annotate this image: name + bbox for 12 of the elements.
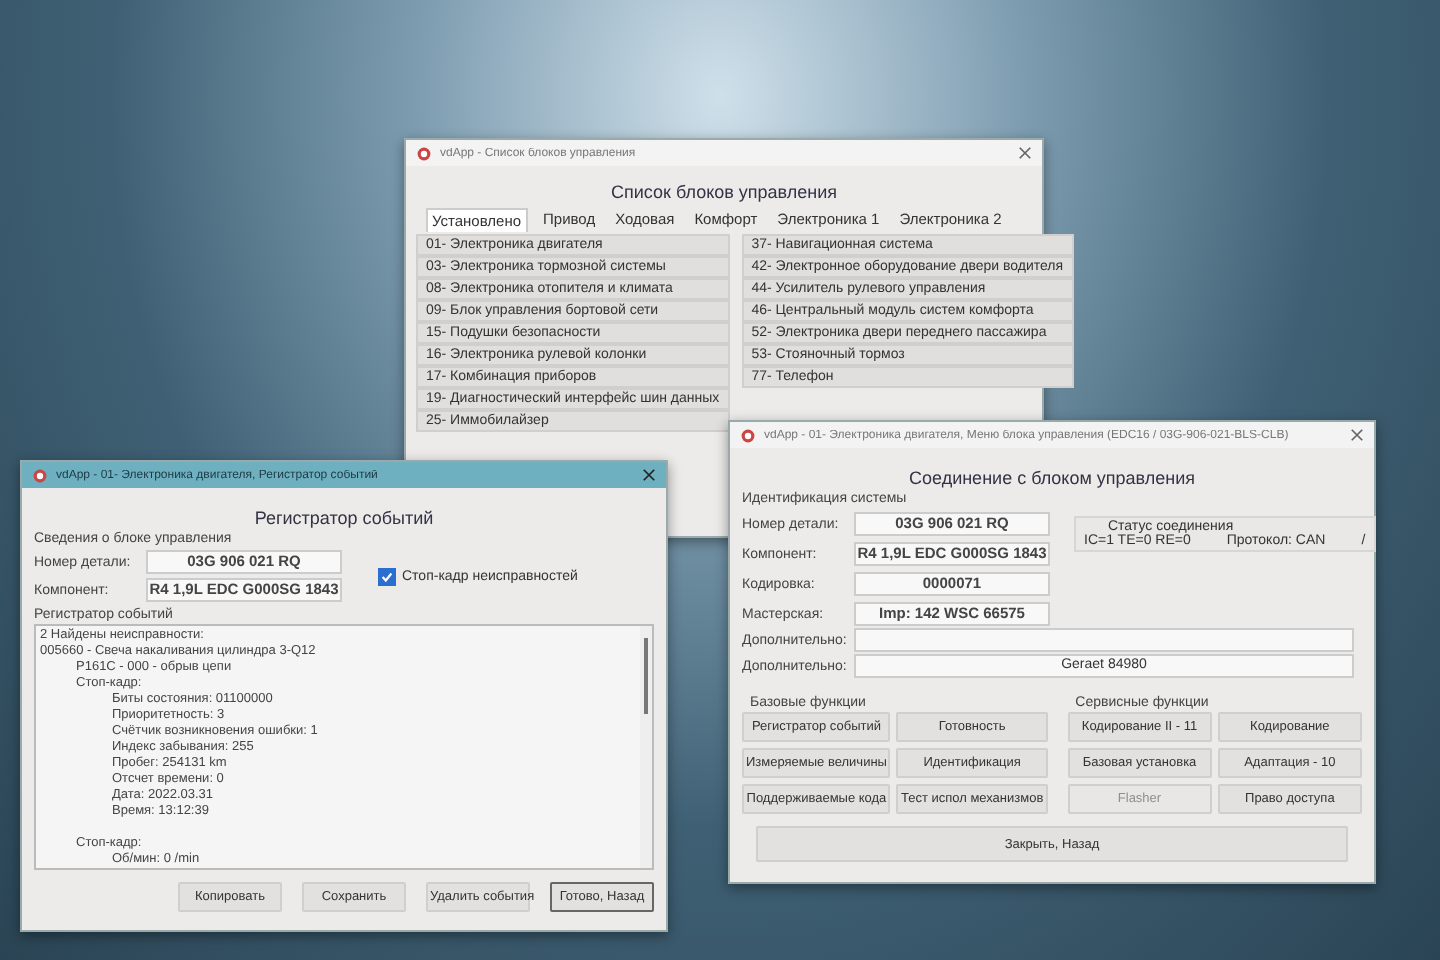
- close-icon[interactable]: [1018, 146, 1032, 160]
- event-log-area[interactable]: [34, 624, 654, 870]
- app-icon: [416, 145, 432, 161]
- checkbox[interactable]: [378, 567, 396, 585]
- app-icon: [740, 427, 756, 443]
- close-icon[interactable]: [642, 468, 656, 482]
- window-heading: Регистратор событий: [254, 508, 434, 528]
- scrollbar[interactable]: [640, 626, 652, 868]
- window-heading: Соединение с блоком управления: [907, 468, 1197, 488]
- app-icon: [32, 467, 48, 483]
- window-heading: Список блоков управления: [609, 182, 839, 202]
- close-icon[interactable]: [1350, 428, 1364, 442]
